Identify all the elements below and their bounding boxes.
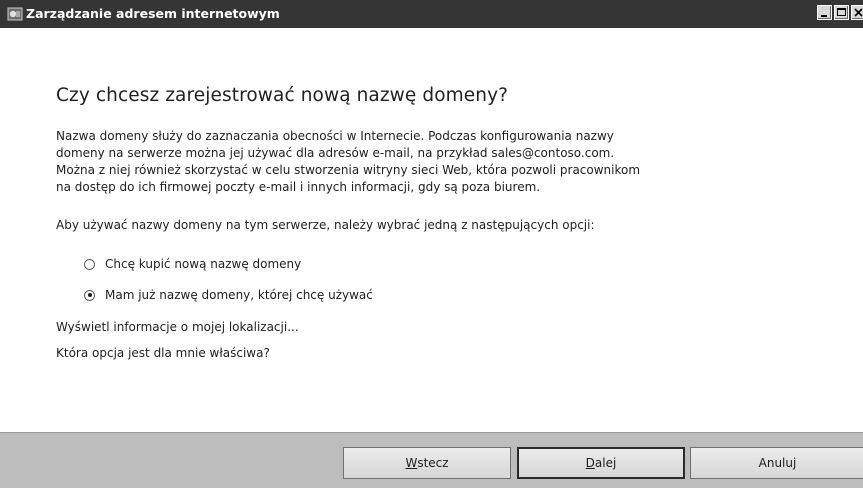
which-option-link[interactable]: Która opcja jest dla mnie właściwa? bbox=[56, 346, 270, 360]
back-button-label: stecz bbox=[417, 456, 449, 470]
next-button-mnemonic: D bbox=[585, 456, 595, 470]
back-button[interactable]: Wstecz bbox=[343, 447, 511, 479]
page-heading: Czy chcesz zarejestrować nową nazwę dome… bbox=[56, 85, 509, 106]
minimize-icon[interactable] bbox=[817, 5, 832, 20]
option-label-buy-new-domain: Chcę kupić nową nazwę domeny bbox=[105, 257, 302, 271]
window-controls bbox=[815, 5, 863, 23]
app-window-icon bbox=[7, 6, 23, 22]
option-have-domain[interactable]: Mam już nazwę domeny, której chcę używać bbox=[84, 287, 373, 303]
next-button[interactable]: Dalej bbox=[517, 447, 685, 479]
instruction-text: Aby używać nazwy domeny na tym serwerze,… bbox=[56, 218, 595, 232]
window-title: Zarządzanie adresem internetowym bbox=[26, 6, 280, 21]
location-info-link[interactable]: Wyświetl informacje o mojej lokalizacji.… bbox=[56, 320, 299, 334]
description-line: Można z niej również skorzystać w celu s… bbox=[56, 163, 641, 177]
option-buy-new-domain[interactable]: Chcę kupić nową nazwę domeny bbox=[84, 256, 301, 272]
back-button-mnemonic: W bbox=[405, 456, 418, 470]
radio-have-domain[interactable] bbox=[84, 289, 95, 301]
description-text: Nazwa domeny służy do zaznaczania obecno… bbox=[56, 128, 776, 196]
option-label-have-domain: Mam już nazwę domeny, której chcę używać bbox=[105, 288, 373, 302]
dialog-window: Zarządzanie adresem internetowym Czy chc… bbox=[0, 0, 863, 488]
cancel-button[interactable]: Anuluj bbox=[690, 447, 863, 479]
next-button-label: alej bbox=[594, 456, 617, 470]
maximize-icon[interactable] bbox=[834, 5, 849, 20]
radio-buy-new-domain[interactable] bbox=[84, 258, 95, 270]
description-line: domeny na serwerze można jej używać dla … bbox=[56, 146, 615, 160]
close-icon[interactable] bbox=[851, 5, 863, 20]
title-bar[interactable]: Zarządzanie adresem internetowym bbox=[0, 0, 863, 28]
description-line: Nazwa domeny służy do zaznaczania obecno… bbox=[56, 129, 614, 143]
dialog-footer: Wstecz Dalej Anuluj bbox=[0, 432, 863, 488]
description-line: na dostęp do ich firmowej poczty e-mail … bbox=[56, 180, 541, 194]
